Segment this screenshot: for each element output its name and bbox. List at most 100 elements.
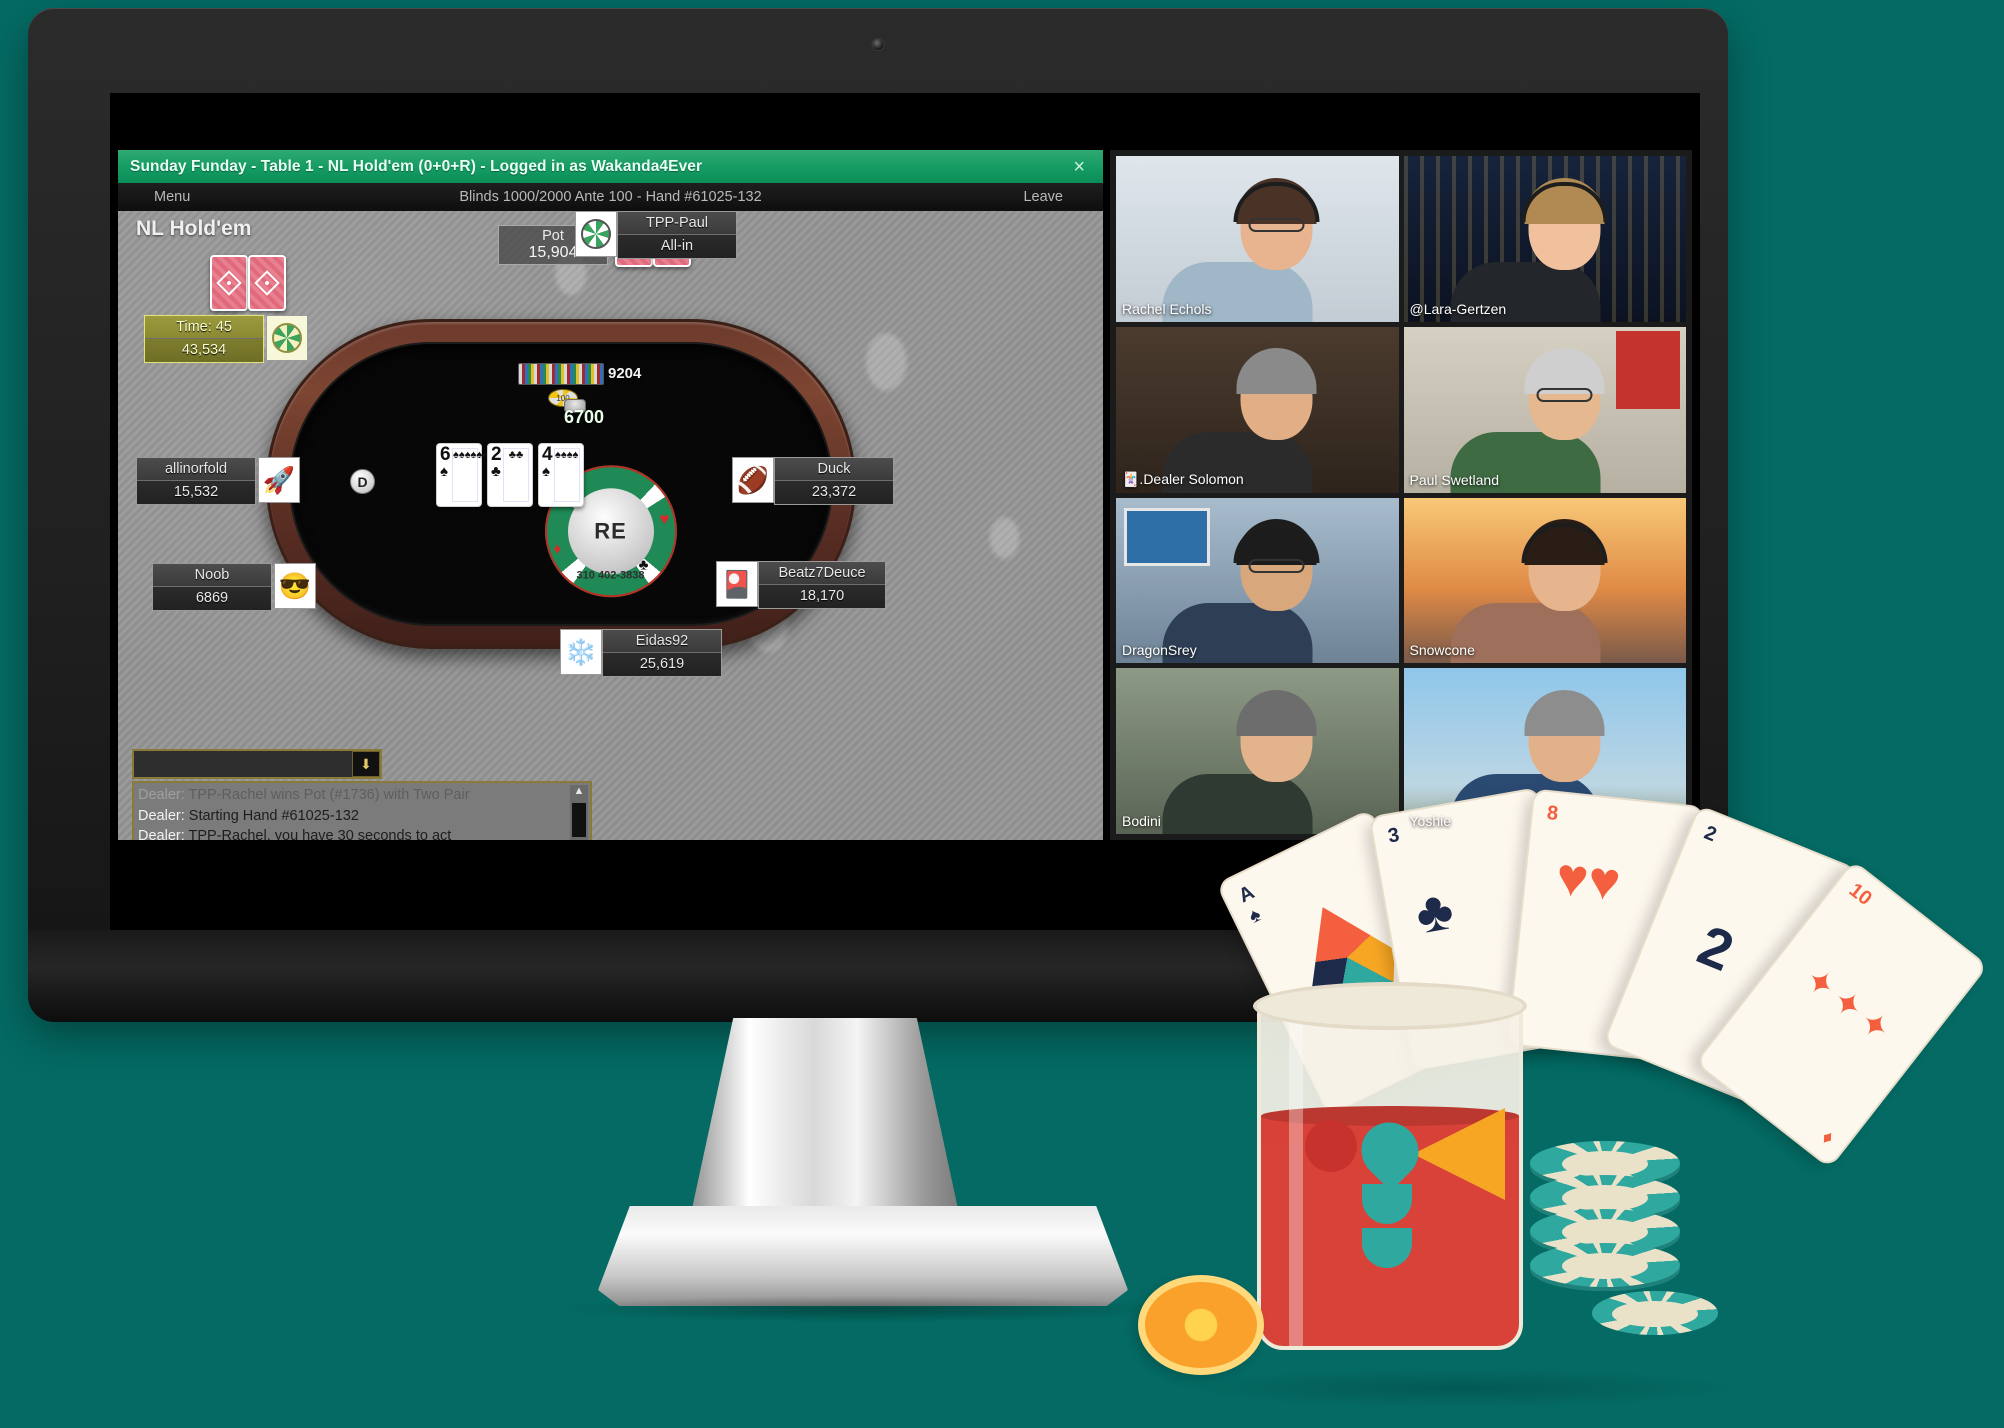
chat-speaker: Dealer: bbox=[138, 787, 185, 803]
card-pips: ♠♠♠♠ bbox=[554, 448, 580, 502]
menu-button[interactable]: Menu bbox=[154, 189, 190, 205]
chat-line: Dealer: TPP-Rachel, you have 30 seconds … bbox=[138, 826, 586, 840]
heart-suit-icon: ♥ bbox=[659, 508, 670, 528]
video-feed bbox=[1116, 497, 1399, 664]
table-area: NL Hold'em Pot 15,904 RE 310 402-3838 ♥ bbox=[118, 211, 1103, 840]
seat-amount: 6869 bbox=[195, 590, 229, 606]
fan-card-rank: 10 bbox=[1844, 879, 1876, 911]
seat-avatar: 🎴 bbox=[716, 561, 758, 607]
card-pips: ♠♠♠♠♠♠ bbox=[452, 448, 488, 502]
video-tile[interactable]: Snowcone bbox=[1403, 497, 1686, 664]
chat-input[interactable]: ⬇ bbox=[132, 749, 382, 779]
board-card-rank: 6 bbox=[440, 444, 451, 465]
fan-card-rank: 2 bbox=[1701, 821, 1720, 847]
logo-phone: 310 402-3838 bbox=[576, 568, 645, 581]
board-card: 4 ♠ ♠♠♠♠ bbox=[538, 443, 584, 507]
poker-client-window: Sunday Funday - Table 1 - NL Hold'em (0+… bbox=[118, 150, 1103, 840]
table-chip-stack bbox=[518, 363, 604, 385]
video-conference-grid: Rachel Echols @Lara-Gertzen 🃏.Dealer Sol… bbox=[1110, 150, 1692, 840]
seat-name: allinorfold bbox=[137, 458, 255, 481]
participant-name: Yoshie bbox=[1409, 813, 1452, 829]
board-card-suit-icon: ♠ bbox=[440, 463, 448, 480]
chat-speaker: Dealer: bbox=[138, 828, 185, 840]
chevron-up-icon[interactable]: ▲ bbox=[574, 785, 585, 797]
seat-amount: All-in bbox=[660, 238, 694, 254]
video-feed bbox=[1116, 156, 1399, 322]
seat-avatar bbox=[575, 211, 617, 257]
board-card-rank: 2 bbox=[491, 444, 502, 465]
seat-name: Time: 45 bbox=[145, 316, 263, 339]
board-card-suit-icon: ♠ bbox=[542, 463, 550, 480]
hero-hole-cards bbox=[210, 255, 286, 311]
close-icon[interactable]: × bbox=[1073, 157, 1085, 177]
seat-amount: 18,170 bbox=[799, 588, 845, 604]
seat-avatar: 😎 bbox=[274, 563, 316, 609]
chat-speaker: Dealer: bbox=[138, 807, 185, 824]
participant-name: Snowcone bbox=[1409, 642, 1475, 659]
seat-amount: 43,534 bbox=[181, 342, 227, 358]
seat-avatar: ❄️ bbox=[560, 629, 602, 675]
glass-body bbox=[1257, 998, 1523, 1350]
game-menubar: Menu Blinds 1000/2000 Ante 100 - Hand #6… bbox=[118, 183, 1103, 211]
glass-rim bbox=[1253, 982, 1527, 1030]
window-titlebar: Sunday Funday - Table 1 - NL Hold'em (0+… bbox=[118, 150, 1103, 183]
seat-tpp-paul[interactable]: TPP-Paul All-in bbox=[573, 211, 737, 259]
cocktail-glass bbox=[1235, 960, 1545, 1380]
card-pips: ♣♣ bbox=[503, 448, 529, 502]
community-cards: 6 ♠ ♠♠♠♠♠♠ 2 ♣ ♣♣ 4 ♠ ♠♠♠♠ bbox=[436, 443, 584, 507]
board-card: 2 ♣ ♣♣ bbox=[487, 443, 533, 507]
diamond-suit-icon: ♦ bbox=[553, 539, 562, 557]
board-card-suit-icon: ♣ bbox=[491, 463, 501, 480]
participant-name: Rachel Echols bbox=[1122, 300, 1212, 317]
seat-noob[interactable]: Noob 6869 😎 bbox=[152, 563, 316, 611]
video-tile[interactable]: 🃏.Dealer Solomon bbox=[1116, 326, 1399, 493]
fan-card-rank: 3 bbox=[1386, 823, 1402, 848]
seat-name: Beatz7Deuce bbox=[759, 562, 885, 585]
video-tile[interactable]: Paul Swetland bbox=[1403, 326, 1686, 493]
hero-illustration: Sunday Funday - Table 1 - NL Hold'em (0+… bbox=[0, 0, 2004, 1428]
participant-name: Bodini bbox=[1122, 813, 1161, 829]
video-tile[interactable]: DragonSrey bbox=[1116, 497, 1399, 664]
chat-scrollbar[interactable]: ▲ ▼ bbox=[570, 785, 588, 840]
chat-text: TPP-Rachel, you have 30 seconds to act bbox=[188, 828, 452, 840]
seat-allinorfold[interactable]: allinorfold 15,532 🚀 bbox=[136, 457, 300, 505]
seat-plate: Beatz7Deuce 18,170 bbox=[758, 561, 886, 609]
webcam-icon bbox=[871, 38, 885, 51]
seat-beatz7deuce[interactable]: 🎴 Beatz7Deuce 18,170 bbox=[714, 561, 886, 609]
seat-hero[interactable]: Time: 45 43,534 bbox=[144, 315, 308, 363]
seat-avatar: 🏈 bbox=[732, 457, 774, 503]
scrollbar-thumb[interactable] bbox=[572, 803, 586, 837]
chat-text: TPP-Rachel wins Pot (#1736) with Two Pai… bbox=[188, 787, 470, 803]
seat-plate: Eidas92 25,619 bbox=[602, 629, 722, 677]
seat-name: Noob bbox=[153, 564, 271, 587]
video-feed bbox=[1403, 326, 1686, 493]
chip-stack bbox=[1530, 1141, 1718, 1375]
video-tile-active-speaker[interactable]: @Lara-Gertzen bbox=[1403, 156, 1686, 322]
face-down-card bbox=[248, 255, 286, 311]
participant-name: 🃏.Dealer Solomon bbox=[1122, 470, 1244, 487]
seat-amount: 23,372 bbox=[811, 484, 857, 500]
blinds-info: Blinds 1000/2000 Ante 100 - Hand #61025-… bbox=[459, 189, 762, 205]
seat-amount: 15,532 bbox=[173, 484, 219, 500]
monitor-stand-neck bbox=[690, 1018, 960, 1218]
seat-name: Duck bbox=[775, 458, 893, 481]
participant-name: @Lara-Gertzen bbox=[1409, 300, 1507, 317]
seat-eidas92[interactable]: ❄️ Eidas92 25,619 bbox=[558, 629, 722, 677]
seat-avatar: 🚀 bbox=[258, 457, 300, 503]
video-feed bbox=[1403, 156, 1686, 322]
seat-plate: Noob 6869 bbox=[152, 563, 272, 611]
game-type-label: NL Hold'em bbox=[136, 217, 252, 240]
club-suit-icon: ♣ bbox=[638, 555, 649, 573]
dealer-button: D bbox=[350, 469, 375, 494]
hero-bet-amount: 6700 bbox=[563, 407, 605, 427]
seat-duck[interactable]: 🏈 Duck 23,372 bbox=[730, 457, 894, 505]
monitor-stand-base bbox=[598, 1206, 1128, 1306]
leave-button[interactable]: Leave bbox=[1023, 189, 1063, 205]
video-feed bbox=[1403, 497, 1686, 664]
send-icon[interactable]: ⬇ bbox=[352, 751, 380, 777]
seat-plate: allinorfold 15,532 bbox=[136, 457, 256, 505]
orange-slice bbox=[1138, 1275, 1264, 1375]
board-card-rank: 4 bbox=[542, 444, 553, 465]
seat-avatar bbox=[266, 315, 308, 361]
video-tile[interactable]: Rachel Echols bbox=[1116, 156, 1399, 322]
